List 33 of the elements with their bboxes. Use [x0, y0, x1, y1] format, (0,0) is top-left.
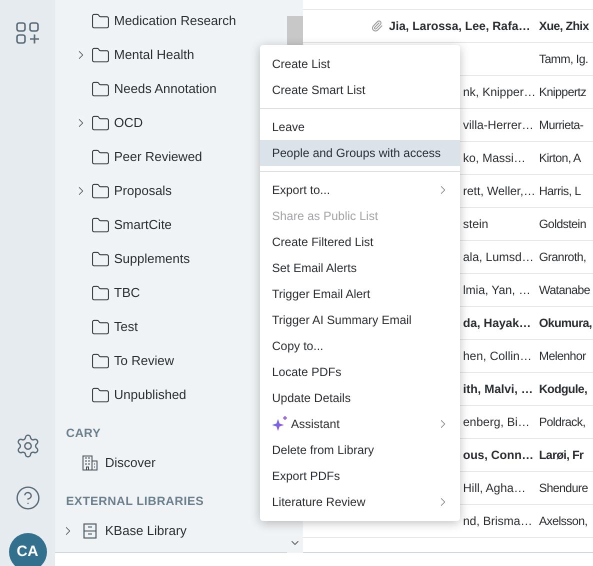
table-cell-text: Xue, Zhix — [539, 18, 589, 35]
table-cell-text: Goldstein — [539, 216, 586, 233]
table-cell: ith, Malvi, … — [463, 382, 534, 396]
section-heading: CARY — [66, 425, 101, 442]
table-cell: hen, Collin… — [463, 349, 532, 363]
table-cell-text: Murrieta- — [539, 117, 584, 134]
table-cell-text: Larøi, Fr — [539, 447, 584, 464]
table-cell: stein — [463, 217, 488, 231]
section-heading: EXTERNAL LIBRARIES — [66, 493, 204, 510]
table-cell-text: Watanabe — [539, 282, 590, 299]
table-cell: ko, Massi… — [463, 151, 526, 165]
table-cell: nk, Knipper… — [463, 85, 536, 99]
table-cell: ala, Lumsd… — [463, 250, 534, 264]
table-cell-text: Melenhor — [539, 348, 586, 365]
table-cell: ous, Conn… — [463, 448, 534, 462]
table-cell-text: Kodgule, — [539, 381, 588, 398]
table-cell-text: Axelsson, — [539, 513, 588, 530]
table-cell: Hill, Agha… — [463, 481, 526, 495]
table-cell: rett, Weller,… — [463, 184, 536, 198]
table-cell: da, Hayak… — [463, 316, 532, 330]
table-cell-text: Knippertz — [539, 84, 586, 101]
table-cell: villa-Herrer… — [463, 118, 534, 132]
table-cell-text: Harris, L — [539, 183, 581, 200]
table-cell: enberg, Bi… — [463, 415, 530, 429]
table-cell-text: Kirton, A — [539, 150, 581, 167]
table-cell-text: Shendure — [539, 480, 588, 497]
table-cell: Jia, Larossa, Lee, Rafa… — [389, 19, 530, 33]
table-cell-text: Okumura, — [539, 315, 592, 332]
table-cell-text: Poldrack, — [539, 414, 586, 431]
table-cell-text: Granroth, — [539, 249, 586, 266]
table-cell: lmia, Yan, … — [463, 283, 531, 297]
table-cell: nd, Brisma… — [463, 514, 532, 528]
table-cell-text: Tamm, Ig. — [539, 51, 588, 68]
